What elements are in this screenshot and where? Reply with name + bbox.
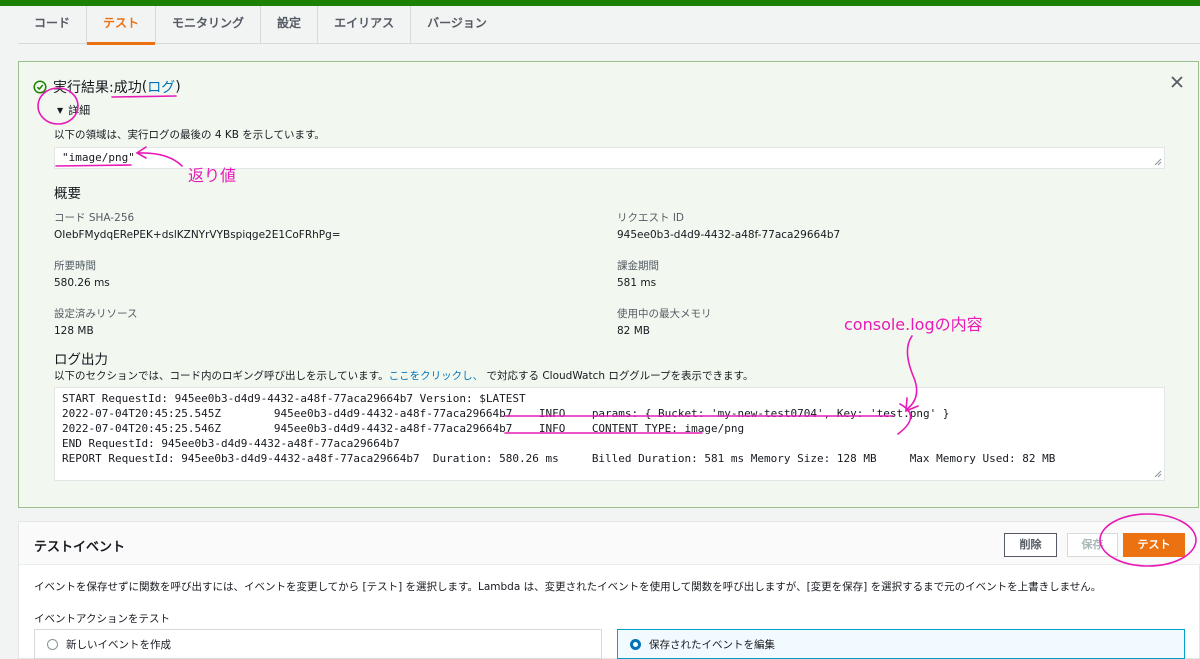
request-id-label: リクエスト ID: [617, 212, 685, 224]
log-output-box[interactable]: START RequestId: 945ee0b3-d4d9-4432-a48f…: [54, 387, 1165, 481]
log-output-description: 以下のセクションでは、コード内のロギング呼び出しを示しています。ここをクリックし…: [54, 368, 753, 383]
option-create-new-event[interactable]: 新しいイベントを作成: [34, 629, 602, 659]
option-new-label: 新しいイベントを作成: [66, 638, 171, 651]
summary-heading: 概要: [54, 186, 81, 202]
result-close-paren: ): [175, 79, 181, 95]
max-memory-value: 82 MB: [617, 325, 650, 337]
radio-selected-icon[interactable]: [630, 638, 641, 650]
test-event-panel: テストイベント 削除 保存 テスト イベントを保存せずに関数を呼び出すには、イベ…: [18, 521, 1200, 659]
cloudwatch-link[interactable]: ここをクリックし、: [389, 370, 484, 382]
resize-handle-icon[interactable]: [1154, 470, 1162, 478]
tab-code[interactable]: コード: [18, 6, 88, 44]
radio-unselected-icon[interactable]: [47, 638, 58, 650]
function-tabs: コード テスト モニタリング 設定 エイリアス バージョン: [18, 6, 1200, 45]
annotation-console-log: console.logの内容: [844, 315, 983, 334]
billed-duration-value: 581 ms: [617, 277, 657, 289]
tab-test[interactable]: テスト: [87, 6, 157, 45]
log-line: 2022-07-04T20:45:25.546Z 945ee0b3-d4d9-4…: [62, 422, 745, 435]
log-output-heading: ログ出力: [54, 352, 108, 368]
annotation-return-value: 返り値: [188, 166, 237, 185]
event-action-label: イベントアクションをテスト: [34, 613, 170, 625]
log-line: 2022-07-04T20:45:25.545Z 945ee0b3-d4d9-4…: [62, 407, 950, 420]
test-button[interactable]: テスト: [1123, 533, 1185, 557]
save-button[interactable]: 保存: [1067, 533, 1118, 557]
max-memory-label: 使用中の最大メモリ: [617, 308, 712, 320]
request-id-value: 945ee0b3-d4d9-4432-a48f-77aca29664b7: [617, 229, 841, 241]
result-status: 成功: [113, 80, 142, 96]
log-desc-before: 以下のセクションでは、コード内のロギング呼び出しを示しています。: [54, 370, 389, 382]
details-description: 以下の領域は、実行ログの最後の 4 KB を示しています。: [54, 129, 325, 141]
resources-value: 128 MB: [54, 325, 94, 337]
delete-button[interactable]: 削除: [1004, 533, 1057, 557]
log-line: REPORT RequestId: 945ee0b3-d4d9-4432-a48…: [62, 452, 1056, 465]
return-value: "image/png": [62, 151, 135, 164]
duration-label: 所要時間: [54, 260, 96, 272]
caret-down-icon: ▼: [57, 105, 64, 115]
test-event-title: テストイベント: [34, 540, 126, 555]
billed-duration-label: 課金期間: [617, 260, 659, 272]
duration-value: 580.26 ms: [54, 277, 110, 289]
tab-monitoring[interactable]: モニタリング: [156, 6, 262, 44]
code-sha-value: OIebFMydqERePEK+dslKZNYrVYBspiqge2E1CoFR…: [54, 229, 341, 241]
tab-aliases[interactable]: エイリアス: [318, 6, 412, 44]
log-desc-after: で対応する CloudWatch ロググループを表示できます。: [486, 370, 754, 382]
test-event-header: テストイベント 削除 保存 テスト: [19, 522, 1200, 565]
resources-label: 設定済みリソース: [54, 308, 138, 320]
details-label: 詳細: [68, 104, 91, 117]
result-prefix: 実行結果:: [53, 80, 114, 96]
log-line: START RequestId: 945ee0b3-d4d9-4432-a48f…: [62, 392, 526, 405]
success-check-icon: [33, 80, 47, 94]
tab-settings[interactable]: 設定: [261, 6, 319, 44]
result-title: 実行結果: 成功 ( ログ ): [33, 77, 181, 97]
code-sha-label: コード SHA-256: [54, 212, 135, 224]
option-edit-label: 保存されたイベントを編集: [649, 638, 775, 651]
test-event-description: イベントを保存せずに関数を呼び出すには、イベントを変更してから [テスト] を選…: [34, 581, 1102, 593]
option-edit-saved-event[interactable]: 保存されたイベントを編集: [617, 629, 1185, 659]
tab-versions[interactable]: バージョン: [411, 6, 503, 44]
log-line: END RequestId: 945ee0b3-d4d9-4432-a48f-7…: [62, 437, 400, 450]
resize-handle-icon[interactable]: [1154, 158, 1162, 166]
close-icon[interactable]: [1169, 74, 1185, 90]
log-link[interactable]: ログ: [147, 77, 175, 97]
details-toggle[interactable]: ▼ 詳細: [57, 102, 90, 118]
execution-result-panel: 実行結果: 成功 ( ログ ) ▼ 詳細 以下の領域は、実行ログの最後の 4 K…: [18, 61, 1199, 508]
